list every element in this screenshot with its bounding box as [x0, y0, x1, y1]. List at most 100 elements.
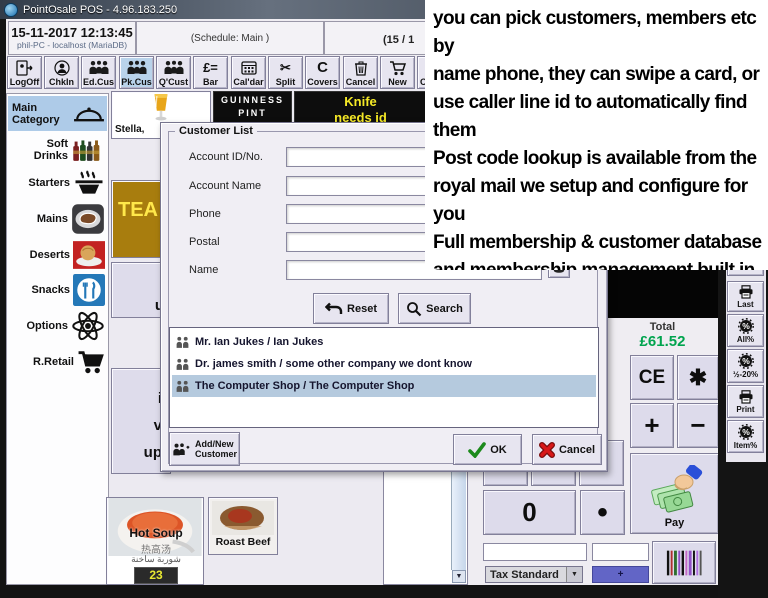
- check-icon: [468, 442, 486, 458]
- people-group-icon: [88, 59, 110, 76]
- sidebar-label: Soft Drinks: [34, 138, 68, 162]
- checkin-icon: [54, 59, 70, 76]
- printer-icon: [738, 390, 754, 404]
- header-schedule-cell: (Schedule: Main ): [136, 21, 324, 55]
- product-name: Roast Beef: [209, 536, 277, 548]
- people-pair-icon: [175, 336, 190, 349]
- numpad-key-star[interactable]: ✱: [677, 355, 719, 400]
- sidebar-label: Starters: [28, 177, 70, 189]
- sidebar-item-soft-drinks[interactable]: Soft Drinks: [8, 133, 107, 166]
- total-label: Total: [607, 321, 718, 333]
- customer-display: [607, 268, 718, 318]
- sidebar-item-main-category[interactable]: Main Category: [8, 96, 107, 131]
- annotation-note: you can pick customers, members etc by n…: [425, 0, 768, 270]
- barcode-button[interactable]: [652, 541, 716, 584]
- qty-field[interactable]: [592, 543, 649, 561]
- tax-selector[interactable]: Tax Standard ▼: [485, 566, 583, 583]
- roast-beef-image: [209, 498, 277, 536]
- checkin-label: ChkIn: [49, 77, 74, 87]
- sidebar-label: Main Category: [8, 102, 70, 126]
- covers-button[interactable]: C Covers: [305, 56, 340, 89]
- percent-icon: %: [738, 353, 754, 369]
- sidebar-item-snacks[interactable]: Snacks: [8, 272, 107, 307]
- customer-row[interactable]: Mr. Ian Jukes / Ian Jukes: [172, 331, 596, 353]
- header-datetime-cell: 15-11-2017 12:13:45 phil-PC - localhost …: [8, 21, 136, 55]
- bar-label: Bar: [203, 77, 218, 87]
- ok-button[interactable]: OK: [453, 434, 522, 465]
- sidebar-label: R.Retail: [33, 356, 74, 368]
- atom-icon: [71, 311, 105, 341]
- people-group-icon: [126, 59, 148, 76]
- quick-customer-label: Q'Cust: [159, 77, 188, 87]
- split-button[interactable]: ✂ Split: [268, 56, 303, 89]
- side-action-label: Last: [737, 300, 753, 309]
- field-label-account-name: Account Name: [189, 180, 261, 192]
- chevron-down-icon[interactable]: ▼: [566, 567, 582, 582]
- field-label-account-id: Account ID/No.: [189, 151, 263, 163]
- numpad-key-ce[interactable]: CE: [630, 355, 674, 400]
- reset-label: Reset: [347, 303, 377, 315]
- undo-arrow-icon: [325, 302, 343, 316]
- field-label-name: Name: [189, 264, 218, 276]
- x-icon: [539, 442, 555, 458]
- add-people-icon: [172, 442, 192, 457]
- calendar-button[interactable]: Cal'dar: [231, 56, 266, 89]
- customer-row-selected[interactable]: The Computer Shop / The Computer Shop: [172, 375, 596, 397]
- cancel-button[interactable]: Cancel: [532, 434, 602, 465]
- sidebar-item-mains[interactable]: Mains: [8, 200, 107, 237]
- pay-button[interactable]: Pay: [630, 453, 719, 534]
- people-group-icon: [163, 59, 185, 76]
- search-button[interactable]: Search: [398, 293, 471, 324]
- discount-all-button[interactable]: % All%: [727, 314, 764, 347]
- numpad-key-plus[interactable]: +: [630, 403, 674, 448]
- quick-customer-button[interactable]: Q'Cust: [156, 56, 191, 89]
- menu-item-hot-soup[interactable]: Hot Soup 热高汤 شوربة ساخنة 23: [106, 497, 204, 585]
- customer-row[interactable]: Dr. james smith / some other company we …: [172, 353, 596, 375]
- logoff-label: LogOff: [10, 77, 40, 87]
- numpad-key-dot[interactable]: •: [580, 490, 625, 535]
- tax-selector-value: Tax Standard: [486, 569, 566, 581]
- plus-quantity-button[interactable]: +: [592, 566, 649, 583]
- cancel-label: Cancel: [559, 444, 595, 456]
- menu-item-roast-beef[interactable]: Roast Beef: [208, 497, 278, 555]
- sidebar-item-retail[interactable]: R.Retail: [8, 345, 107, 378]
- svg-text:%: %: [742, 321, 750, 331]
- trash-icon: [354, 59, 368, 76]
- discount-half-20-button[interactable]: % ½-20%: [727, 349, 764, 383]
- pick-customer-button[interactable]: Pk.Cus: [119, 56, 154, 89]
- logoff-button[interactable]: LogOff: [7, 56, 42, 89]
- sidebar-item-options[interactable]: Options: [8, 308, 107, 344]
- svg-text:%: %: [742, 356, 750, 366]
- numpad-key-minus[interactable]: −: [677, 403, 719, 448]
- customer-results-list: Mr. Ian Jukes / Ian Jukes Dr. james smit…: [169, 327, 599, 428]
- bar-button[interactable]: £= Bar: [193, 56, 228, 89]
- menu-item-guinness[interactable]: GUINNESS PINT: [213, 91, 292, 123]
- people-pair-icon: [175, 380, 190, 393]
- entry-field[interactable]: [483, 543, 587, 561]
- scroll-down-icon[interactable]: ▼: [452, 570, 466, 583]
- add-new-customer-button[interactable]: Add/New Customer: [169, 432, 240, 466]
- split-label: Split: [276, 77, 296, 87]
- discount-item-button[interactable]: % Item%: [727, 420, 764, 453]
- cancel-order-button[interactable]: Cancel: [343, 56, 378, 89]
- product-name-arabic: شوربة ساخنة: [107, 554, 205, 565]
- side-action-label: Item%: [734, 441, 758, 450]
- edit-customer-button[interactable]: Ed.Cus: [81, 56, 116, 89]
- checkin-button[interactable]: ChkIn: [44, 56, 79, 89]
- sidebar-item-starters[interactable]: Starters: [8, 167, 107, 199]
- beer-glass-icon: [112, 92, 210, 124]
- cancel-order-label: Cancel: [346, 77, 376, 87]
- side-action-label: All%: [737, 335, 754, 344]
- pay-label: Pay: [665, 517, 685, 529]
- last-receipt-button[interactable]: Last: [727, 281, 764, 312]
- pick-customer-label: Pk.Cus: [121, 77, 152, 87]
- calendar-label: Cal'dar: [233, 77, 263, 87]
- pound-icon: £=: [203, 59, 218, 76]
- reset-button[interactable]: Reset: [313, 293, 389, 324]
- numpad-key-0[interactable]: 0: [483, 490, 576, 535]
- search-icon: [406, 301, 422, 317]
- bottles-icon: [71, 137, 105, 162]
- new-order-button[interactable]: New: [380, 56, 415, 89]
- sidebar-item-deserts[interactable]: Deserts: [8, 238, 107, 271]
- print-button[interactable]: Print: [727, 385, 764, 418]
